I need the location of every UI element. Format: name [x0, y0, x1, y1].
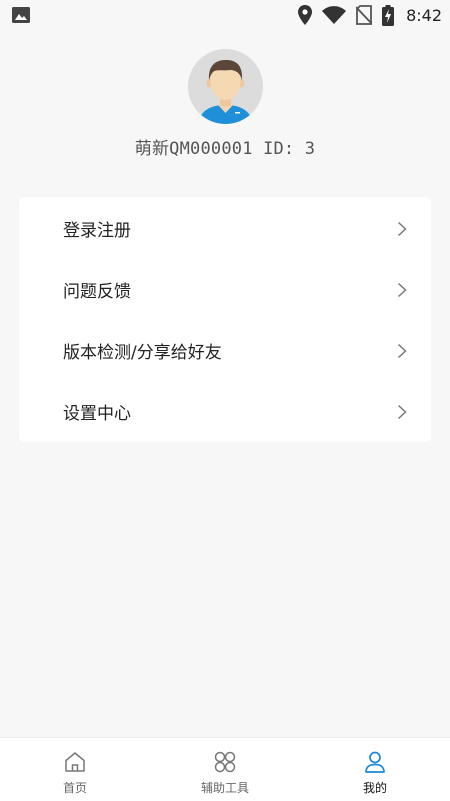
home-icon	[65, 752, 85, 772]
profile-name: 萌新QM000001 ID: 3	[134, 139, 316, 159]
menu-item-label: 版本检测/分享给好友	[63, 343, 222, 363]
menu-card: 登录注册 问题反馈 版本检测/分享给好友 设置中心	[19, 197, 431, 442]
menu-item-label: 问题反馈	[63, 282, 131, 302]
bottom-nav: 首页 辅助工具 我的	[0, 737, 450, 801]
menu-item-login-register[interactable]: 登录注册	[19, 198, 431, 259]
nav-item-tools[interactable]: 辅助工具	[150, 738, 300, 801]
nav-label: 辅助工具	[200, 781, 249, 795]
wifi-icon	[322, 6, 347, 24]
status-icons: 8:42	[298, 4, 442, 26]
menu-item-label: 设置中心	[63, 404, 131, 424]
chevron-right-icon	[397, 343, 407, 358]
menu-item-label: 登录注册	[63, 221, 131, 241]
image-icon	[12, 7, 30, 23]
battery-charging-icon	[382, 4, 395, 26]
nav-label: 我的	[362, 781, 387, 795]
nav-item-home[interactable]: 首页	[0, 738, 150, 801]
avatar-icon	[198, 60, 253, 124]
menu-item-version-share[interactable]: 版本检测/分享给好友	[19, 320, 431, 381]
user-icon	[365, 751, 385, 773]
chevron-right-icon	[397, 282, 407, 297]
chevron-right-icon	[397, 221, 407, 236]
status-bar: 8:42	[0, 0, 450, 30]
nav-item-mine[interactable]: 我的	[300, 738, 450, 801]
nav-label: 首页	[62, 781, 87, 795]
tools-icon	[214, 751, 236, 773]
no-sim-icon	[356, 5, 373, 25]
chevron-right-icon	[397, 404, 407, 419]
location-icon	[298, 5, 313, 25]
menu-item-feedback[interactable]: 问题反馈	[19, 259, 431, 320]
menu-item-settings[interactable]: 设置中心	[19, 381, 431, 442]
status-time: 8:42	[406, 5, 442, 25]
avatar[interactable]	[188, 49, 263, 124]
